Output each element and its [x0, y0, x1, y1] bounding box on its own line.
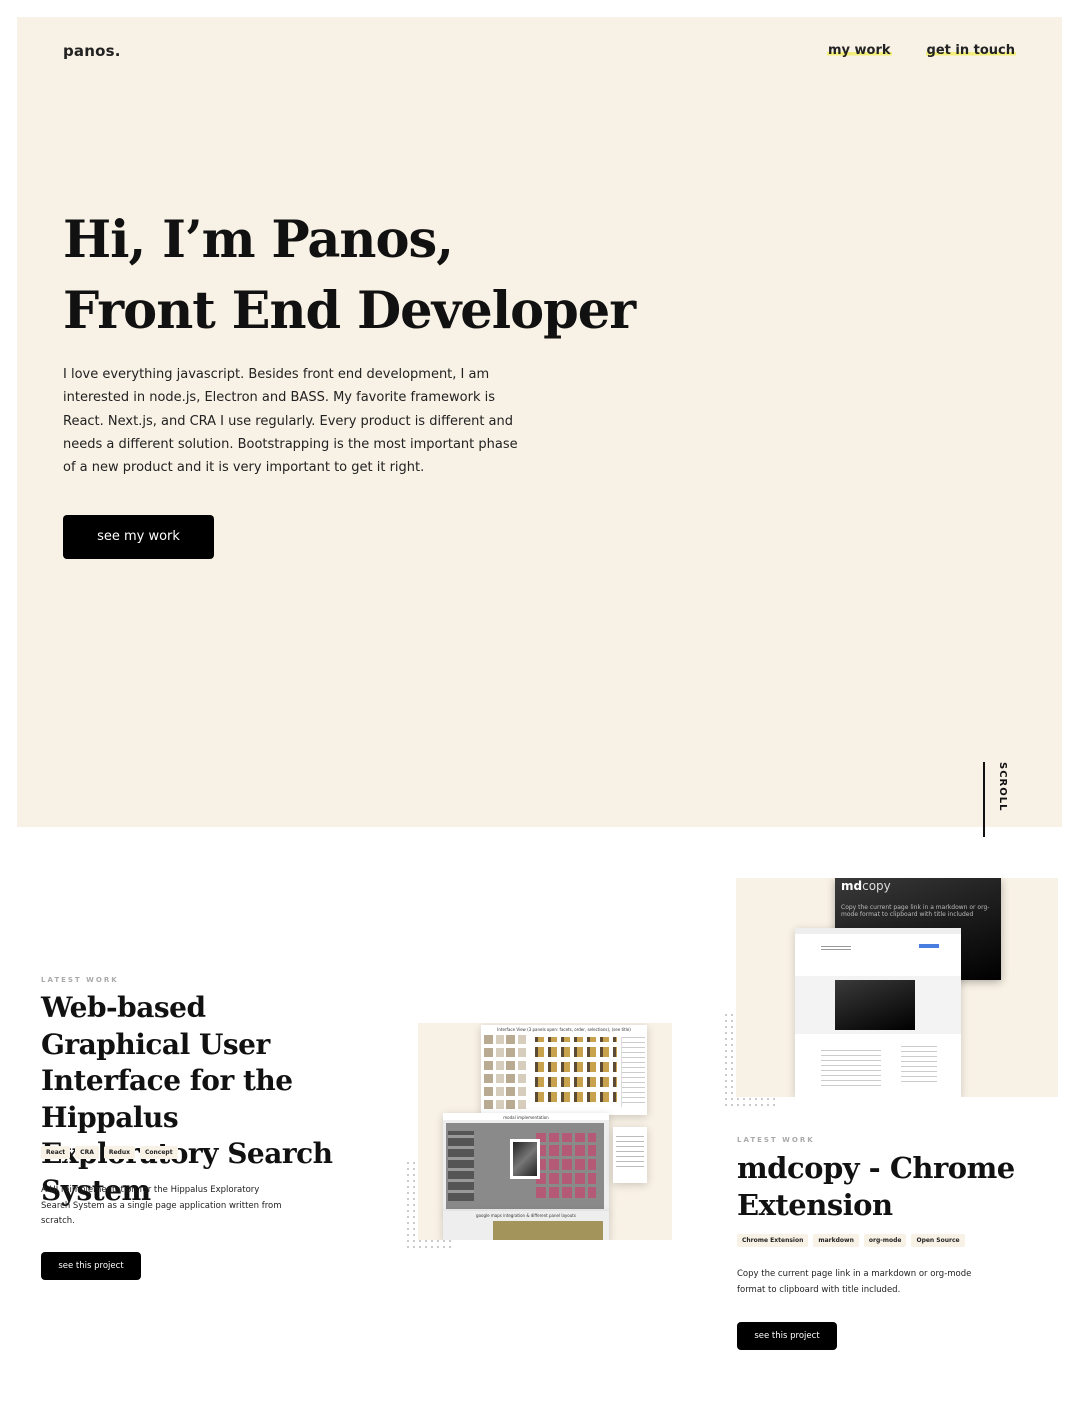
thumb-map: [493, 1221, 603, 1240]
tag: Open Source: [911, 1234, 965, 1247]
thumb-modal-card: [510, 1139, 540, 1179]
thumb-text-block: [901, 1046, 937, 1086]
thumb-caption: google maps integration & different pane…: [476, 1213, 576, 1218]
thumb-caption: Copy the current page link in a markdown…: [841, 904, 990, 918]
project-2-description: Copy the current page link in a markdown…: [737, 1269, 972, 1295]
thumb-blue-button: [919, 944, 939, 948]
hero-title-line-2: Front End Developer: [63, 281, 636, 341]
nav-my-work[interactable]: my work: [826, 43, 892, 58]
logo[interactable]: panos.: [63, 42, 121, 60]
thumb-image-grid: [535, 1037, 617, 1107]
hero-title-line-1: Hi, I’m Panos,: [63, 210, 454, 270]
project-1-eyebrow: LATEST WORK: [41, 976, 119, 984]
tag: Redux: [103, 1146, 135, 1159]
tag: org-mode: [863, 1234, 907, 1247]
thumb-side-panel: [621, 1037, 645, 1107]
thumb-brand: mdcopy: [841, 879, 891, 893]
thumb-browser-shot: [795, 928, 961, 1097]
thumb-caption: Interface View (3 panels open: facets, o…: [497, 1027, 631, 1032]
thumb-panel-lines: [616, 1135, 644, 1171]
project-2-thumbnail[interactable]: mdcopy Copy the current page link in a m…: [736, 878, 1058, 1097]
thumb-screenshot-panel: [613, 1127, 647, 1183]
hero-section: panos. my work get in touch Hi, I’m Pano…: [17, 17, 1062, 837]
project-1-tags: React CRA Redux Concept: [41, 1146, 178, 1159]
thumb-browser-bar: [795, 928, 961, 934]
top-nav: my work get in touch: [826, 43, 1016, 58]
project-2-eyebrow: LATEST WORK: [737, 1136, 815, 1144]
thumb-screenshot-maps: google maps integration & different pane…: [443, 1211, 609, 1240]
thumb-image-column: [484, 1035, 528, 1113]
thumb-preview-band: [795, 976, 961, 1034]
thumb-screenshot-modal: modal implementation: [443, 1113, 609, 1213]
project-1-thumbnail[interactable]: Interface View (3 panels open: facets, o…: [418, 1023, 672, 1240]
thumb-modal-image: [513, 1142, 537, 1176]
scroll-label: SCROLL: [997, 762, 1008, 812]
project-1-title: Web-based Graphical User Interface for t…: [41, 991, 333, 1207]
project-2-tags: Chrome Extension markdown org-mode Open …: [737, 1234, 965, 1247]
project-2-see-project-button[interactable]: see this project: [737, 1322, 842, 1355]
tag: React: [41, 1146, 71, 1159]
thumb-dim-images: [448, 1131, 474, 1201]
thumb-brand-bold: md: [841, 879, 863, 893]
tag: Concept: [139, 1146, 178, 1159]
thumb-text-block: [821, 1046, 881, 1090]
hero-title: Hi, I’m Panos, Front End Developer: [63, 205, 763, 347]
thumb-brand-light: copy: [862, 879, 891, 893]
see-my-work-button[interactable]: see my work: [63, 515, 219, 564]
thumb-pink-images: [536, 1133, 596, 1201]
nav-get-in-touch[interactable]: get in touch: [925, 43, 1016, 58]
tag: Chrome Extension: [737, 1234, 809, 1247]
project-2-title: mdcopy - Chrome Extension: [737, 1151, 1015, 1222]
tag: CRA: [75, 1146, 99, 1159]
thumb-screenshot-grid: Interface View (3 panels open: facets, o…: [481, 1025, 647, 1115]
project-1-description: A UI reimplementation for the Hippalus E…: [41, 1185, 282, 1226]
thumb-text-lines: [821, 944, 851, 952]
thumb-modal-overlay: [446, 1123, 604, 1209]
project-1-see-project-button[interactable]: see this project: [41, 1252, 146, 1285]
tag: markdown: [813, 1234, 859, 1247]
hero-description: I love everything javascript. Besides fr…: [63, 367, 518, 476]
thumb-mini-dark-card: [835, 980, 915, 1030]
scroll-line: [983, 762, 985, 837]
thumb-caption: modal implementation: [443, 1113, 609, 1120]
